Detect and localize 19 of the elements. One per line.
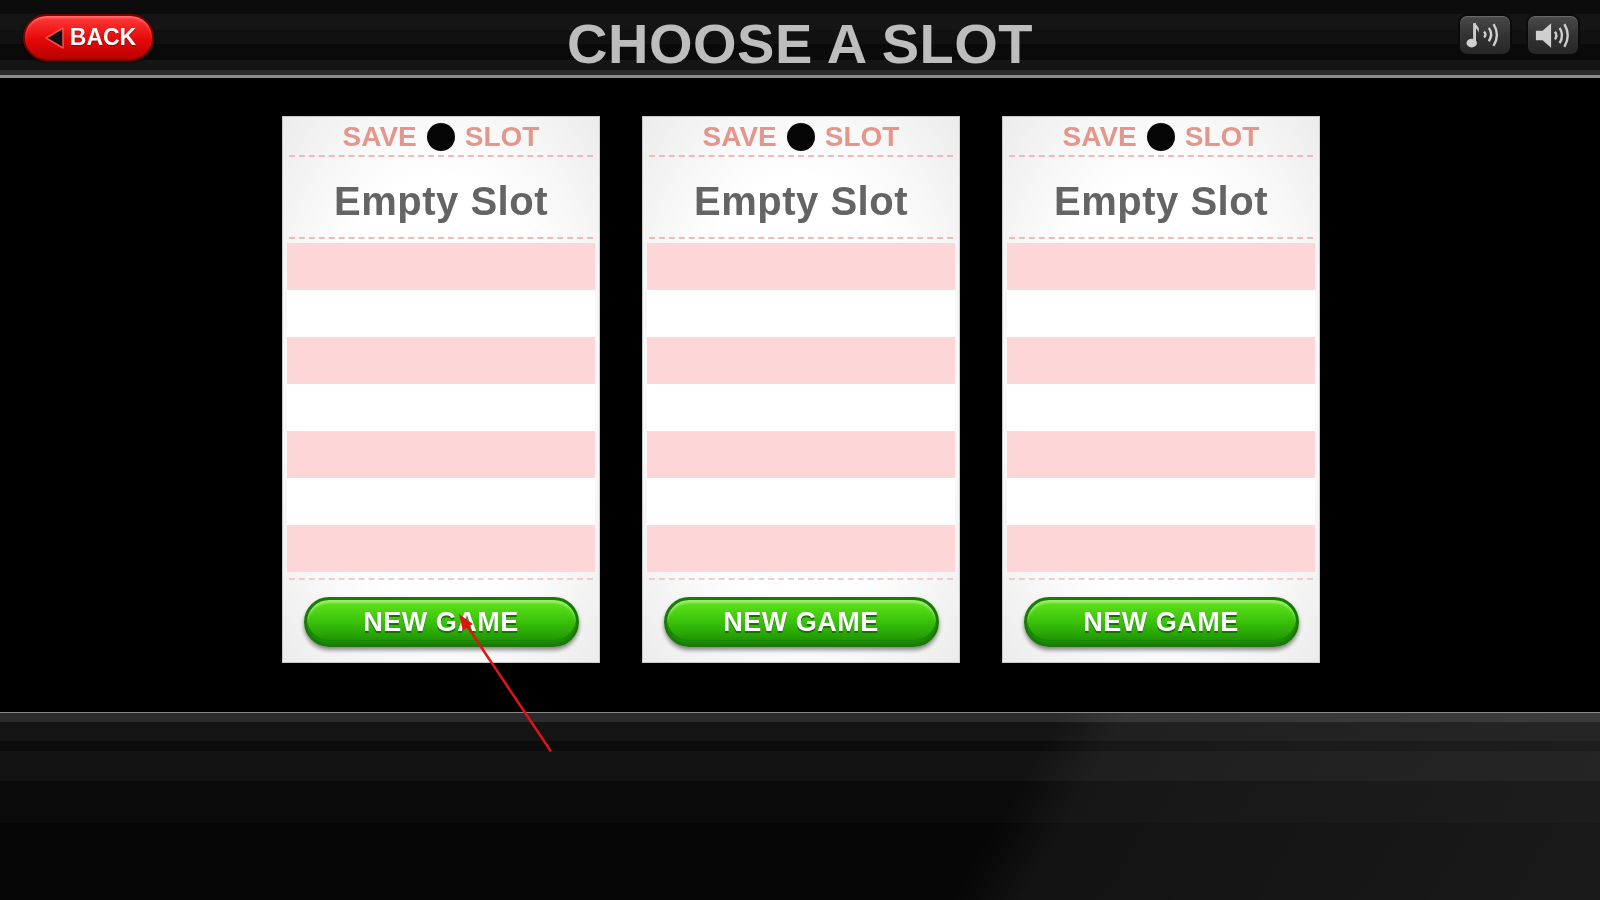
screen-title: CHOOSE A SLOT: [567, 13, 1033, 75]
new-game-button[interactable]: NEW GAME: [1023, 597, 1299, 647]
sound-button[interactable]: [1526, 14, 1580, 56]
back-button[interactable]: BACK: [23, 14, 154, 61]
slot-status: Empty Slot: [649, 157, 953, 239]
slot-label: SLOT: [464, 123, 540, 151]
music-button[interactable]: [1458, 14, 1512, 56]
back-triangle-icon: [44, 26, 65, 49]
dot-icon: [786, 123, 815, 151]
slot-status: Empty Slot: [289, 157, 593, 239]
slot-label: SLOT: [824, 123, 900, 151]
save-label: SAVE: [702, 123, 777, 151]
dot-icon: [426, 123, 455, 151]
dot-icon: [1146, 123, 1175, 151]
new-game-button[interactable]: NEW GAME: [663, 597, 939, 647]
slot-label: SLOT: [1184, 123, 1260, 151]
slot-status: Empty Slot: [1009, 157, 1313, 239]
save-label: SAVE: [1062, 123, 1137, 151]
save-label: SAVE: [342, 123, 417, 151]
